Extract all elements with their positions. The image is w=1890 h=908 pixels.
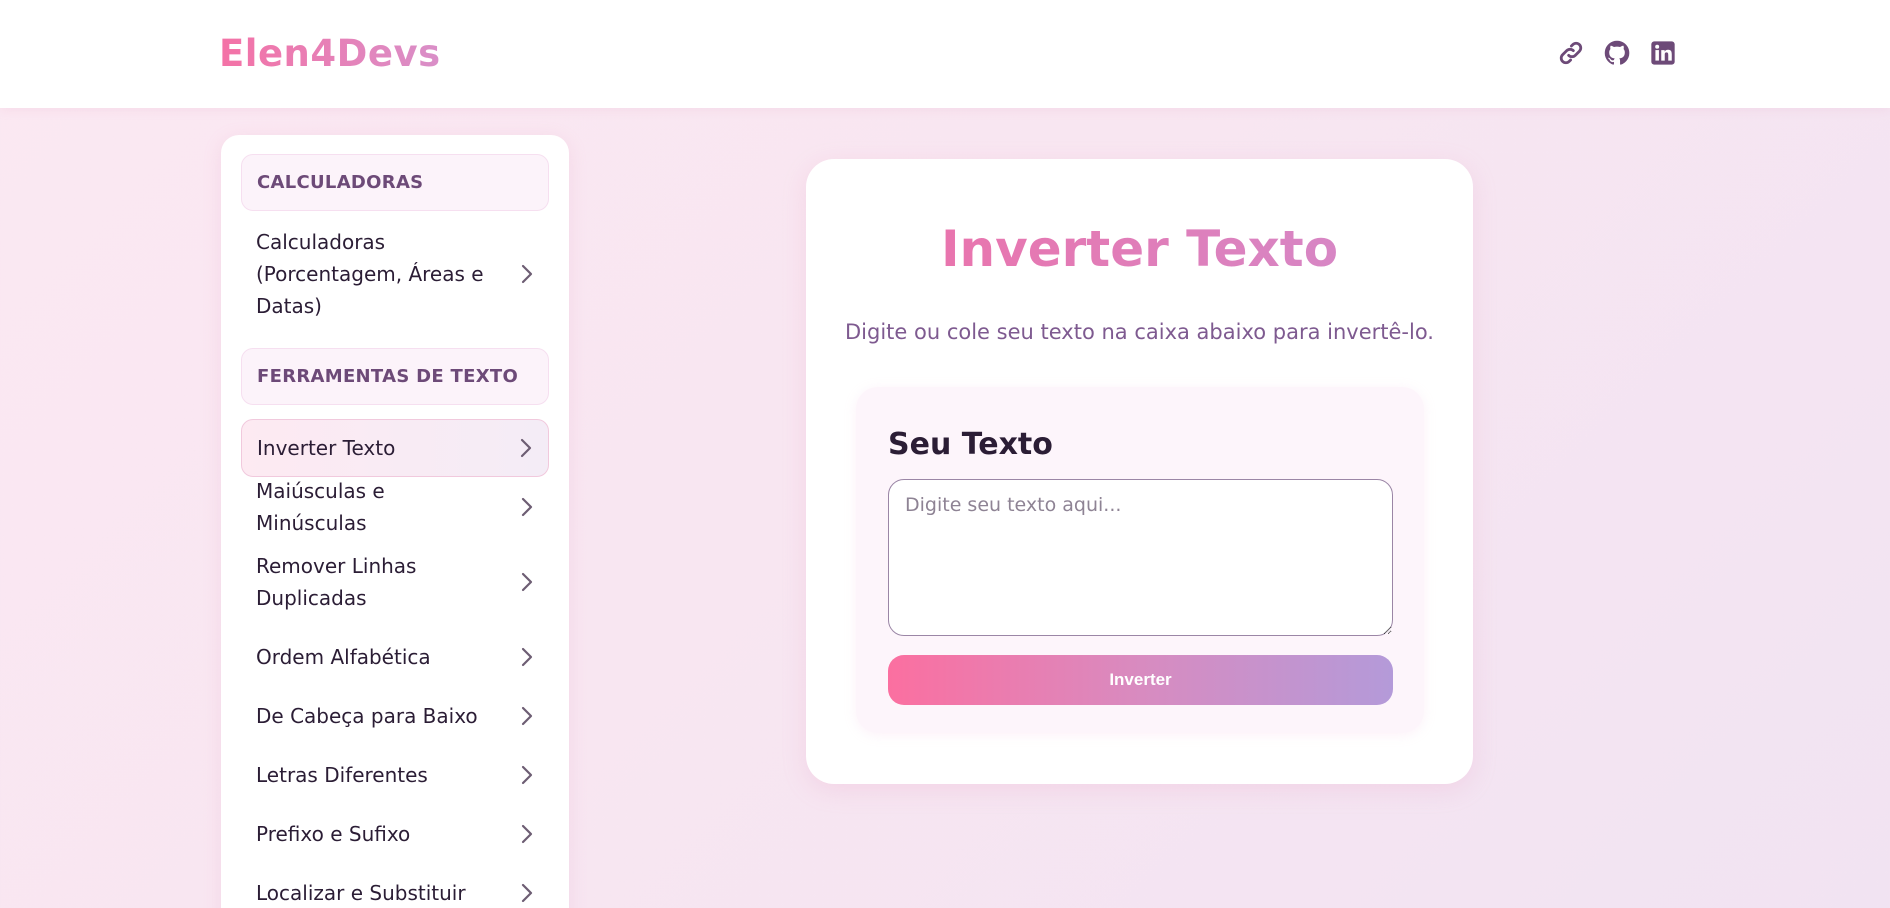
tool-card: Inverter Texto Digite ou cole seu texto … bbox=[806, 159, 1473, 784]
text-input[interactable] bbox=[888, 479, 1393, 636]
github-icon[interactable] bbox=[1602, 38, 1632, 68]
page-subtitle: Digite ou cole seu texto na caixa abaixo… bbox=[845, 320, 1434, 344]
sidebar-item-letras-diferentes[interactable]: Letras Diferentes bbox=[241, 745, 549, 804]
sidebar-item-calculadoras[interactable]: Calculadoras (Porcentagem, Áreas e Datas… bbox=[241, 221, 549, 327]
sidebar-item-maiusculas-minusculas[interactable]: Maiúsculas e Minúsculas bbox=[241, 477, 549, 536]
sidebar-item-label: De Cabeça para Baixo bbox=[256, 703, 478, 728]
chevron-right-icon bbox=[521, 264, 533, 284]
chevron-right-icon bbox=[521, 883, 533, 902]
linkedin-icon[interactable] bbox=[1648, 38, 1678, 68]
invert-button[interactable]: Inverter bbox=[888, 655, 1393, 705]
sidebar-item-inverter-texto[interactable]: Inverter Texto bbox=[241, 419, 549, 477]
chevron-right-icon bbox=[521, 647, 533, 666]
sidebar-item-label: Maiúsculas e Minúsculas bbox=[256, 478, 385, 535]
sidebar: CALCULADORAS Calculadoras (Porcentagem, … bbox=[221, 135, 569, 908]
sidebar-section-calculadoras: CALCULADORAS bbox=[241, 154, 549, 211]
sidebar-item-ordem-alfabetica[interactable]: Ordem Alfabética bbox=[241, 627, 549, 686]
sidebar-item-label: Letras Diferentes bbox=[256, 762, 428, 787]
sidebar-item-label: Ordem Alfabética bbox=[256, 644, 431, 669]
sidebar-item-label: Localizar e Substituir bbox=[256, 880, 466, 905]
sidebar-item-de-cabeca-para-baixo[interactable]: De Cabeça para Baixo bbox=[241, 686, 549, 745]
sidebar-item-remover-linhas-duplicadas[interactable]: Remover Linhas Duplicadas bbox=[241, 536, 549, 627]
chevron-right-icon bbox=[521, 765, 533, 784]
sidebar-item-label: Remover Linhas Duplicadas bbox=[256, 553, 417, 610]
link-icon[interactable] bbox=[1556, 38, 1586, 68]
chevron-right-icon bbox=[521, 497, 533, 516]
sidebar-section-ferramentas-texto: FERRAMENTAS DE TEXTO bbox=[241, 348, 549, 405]
chevron-right-icon bbox=[521, 706, 533, 725]
site-logo[interactable]: Elen4Devs bbox=[219, 30, 441, 78]
sidebar-item-label: Inverter Texto bbox=[257, 436, 396, 460]
sidebar-item-localizar-substituir[interactable]: Localizar e Substituir bbox=[241, 863, 549, 908]
panel-title: Seu Texto bbox=[888, 427, 1053, 462]
sidebar-item-label: Calculadoras (Porcentagem, Áreas e Datas… bbox=[256, 230, 484, 318]
chevron-right-icon bbox=[520, 438, 532, 458]
sidebar-item-prefixo-sufixo[interactable]: Prefixo e Sufixo bbox=[241, 804, 549, 863]
chevron-right-icon bbox=[521, 572, 533, 591]
input-panel: Seu Texto Inverter bbox=[856, 387, 1424, 733]
sidebar-item-label: Prefixo e Sufixo bbox=[256, 821, 411, 846]
chevron-right-icon bbox=[521, 824, 533, 843]
header-icon-group bbox=[1556, 38, 1678, 68]
top-header: Elen4Devs bbox=[0, 0, 1890, 108]
page-title: Inverter Texto bbox=[806, 217, 1473, 281]
